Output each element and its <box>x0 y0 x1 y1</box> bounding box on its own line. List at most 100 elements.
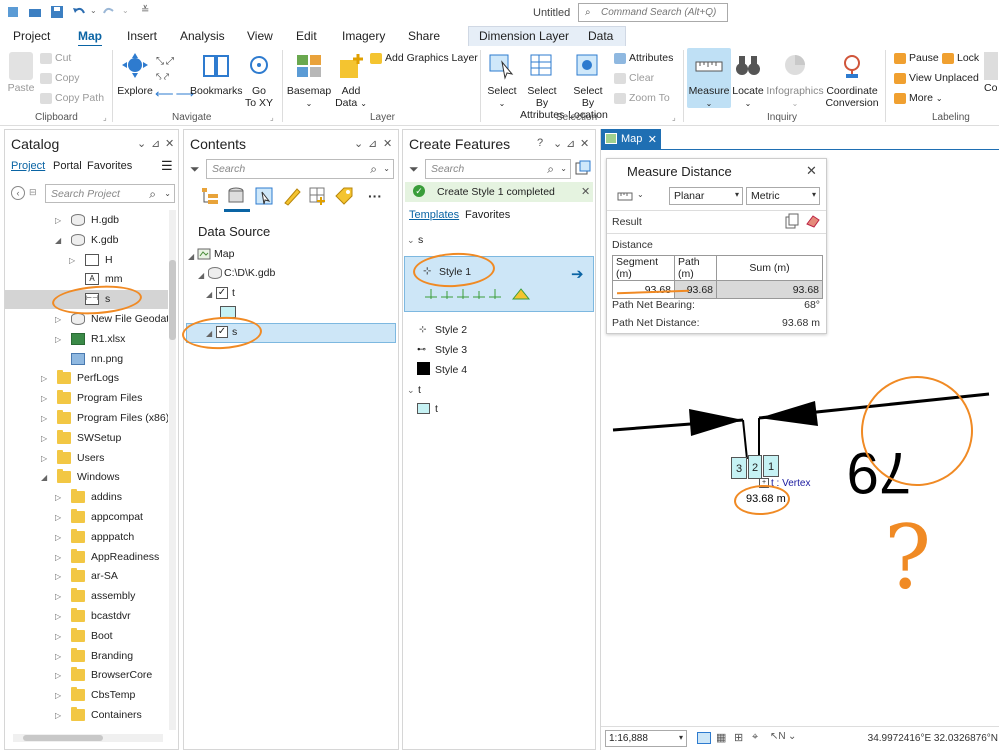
catalog-scroll-thumb[interactable] <box>169 260 176 340</box>
template-style-2[interactable]: Style 2 <box>435 324 467 336</box>
catalog-item[interactable]: CbsTemp <box>91 689 135 701</box>
catalog-item[interactable]: Boot <box>91 630 113 642</box>
correction-icon[interactable]: ⌖ <box>752 731 758 744</box>
convert-labels-button[interactable]: Co <box>984 52 999 94</box>
tab-portal[interactable]: Portal <box>53 160 82 172</box>
list-by-data-source-icon[interactable] <box>226 186 246 206</box>
more-labeling-button[interactable]: More ⌄ <box>894 92 943 104</box>
open-folder-icon[interactable] <box>28 5 42 19</box>
expand-icon[interactable]: ▷ <box>55 493 61 502</box>
expand-icon[interactable]: ▷ <box>55 572 61 581</box>
select-button[interactable]: Select ⌄ <box>484 52 520 110</box>
scale-select[interactable]: 1:16,888 ▾ <box>605 730 687 747</box>
collapse-icon[interactable]: ◢ <box>55 236 61 245</box>
collapse-icon[interactable]: ◢ <box>198 271 204 280</box>
command-search-input[interactable]: ⌕ Command Search (Alt+Q) <box>578 3 728 22</box>
expand-icon[interactable]: ▷ <box>41 394 47 403</box>
pane-options-icon[interactable]: ⌄ <box>137 137 146 150</box>
collapse-icon[interactable]: ⌄ <box>407 235 415 246</box>
close-icon[interactable]: ✕ <box>383 137 392 150</box>
expand-icon[interactable]: ▷ <box>69 256 75 265</box>
add-graphics-layer-button[interactable]: Add Graphics Layer <box>370 52 478 64</box>
zoom-to-button[interactable]: Zoom To <box>614 92 670 104</box>
catalog-item[interactable]: assembly <box>91 590 135 602</box>
measure-button[interactable]: Measure ⌄ <box>687 48 731 108</box>
collapse-icon[interactable]: ⌄ <box>407 385 415 396</box>
catalog-item[interactable]: mm <box>105 273 123 285</box>
save-icon[interactable] <box>50 5 64 19</box>
constraints-icon[interactable]: ⊞ <box>734 731 743 744</box>
catalog-item[interactable]: ar-SA <box>91 570 118 582</box>
expand-icon[interactable]: ▷ <box>55 533 61 542</box>
vertex-label-2[interactable]: 2 <box>748 455 762 479</box>
catalog-item[interactable]: Program Files (x86) <box>77 412 168 424</box>
catalog-item[interactable]: addins <box>91 491 122 503</box>
go-to-xy-button[interactable]: Go To XY <box>244 52 274 109</box>
catalog-item[interactable]: appcompat <box>91 511 143 523</box>
expand-icon[interactable]: ▷ <box>55 671 61 680</box>
catalog-item[interactable]: apppatch <box>91 531 134 543</box>
close-icon[interactable]: ✕ <box>580 137 589 150</box>
contents-search-input[interactable]: Search ⌕ ⌄ <box>206 159 394 179</box>
catalog-item[interactable]: BrowserCore <box>91 669 152 681</box>
catalog-search-scope-icon[interactable]: ⊟ <box>29 187 37 198</box>
template-style-3[interactable]: Style 3 <box>435 344 467 356</box>
pane-options-icon[interactable]: ⌄ <box>354 137 363 150</box>
catalog-item[interactable]: Program Files <box>77 392 142 404</box>
tab-insert[interactable]: Insert <box>127 29 157 43</box>
catalog-item[interactable]: bcastdvr <box>91 610 131 622</box>
expand-icon[interactable]: ▷ <box>55 216 61 225</box>
close-icon[interactable]: ✕ <box>165 137 174 150</box>
templates-search-input[interactable]: Search ⌕ ⌄ <box>425 159 571 179</box>
customize-toolbar-icon[interactable]: ≚ <box>141 5 149 16</box>
expand-icon[interactable]: ▷ <box>55 632 61 641</box>
pin-icon[interactable]: ⊿ <box>151 137 160 150</box>
catalog-item[interactable]: nn.png <box>91 353 123 365</box>
expand-icon[interactable]: ▷ <box>55 335 61 344</box>
catalog-item[interactable]: PerfLogs <box>77 372 119 384</box>
contents-layer-t[interactable]: t <box>232 287 235 299</box>
tab-imagery[interactable]: Imagery <box>342 29 385 43</box>
contents-map[interactable]: Map <box>214 248 234 260</box>
view-unplaced-button[interactable]: View Unplaced <box>894 72 979 84</box>
expand-icon[interactable]: ▷ <box>41 454 47 463</box>
catalog-item[interactable]: Users <box>77 452 104 464</box>
expand-icon[interactable]: ▷ <box>55 513 61 522</box>
expand-icon[interactable]: ▷ <box>55 691 61 700</box>
rotation-dropdown-icon[interactable]: ⌄ <box>788 731 796 742</box>
coordinate-conversion-button[interactable]: Coordinate Conversion <box>824 52 880 109</box>
catalog-item[interactable]: K.gdb <box>91 234 118 246</box>
explore-button[interactable]: Explore <box>116 52 154 97</box>
catalog-hscroll-thumb[interactable] <box>23 735 103 741</box>
contents-gdb[interactable]: C:\D\K.gdb <box>224 267 275 279</box>
template-style-4[interactable]: Style 4 <box>435 364 467 376</box>
tab-data[interactable]: Data <box>588 29 613 43</box>
template-t[interactable]: t <box>435 403 438 415</box>
lock-labels-button[interactable]: Lock <box>942 52 979 64</box>
more-options-icon[interactable]: ··· <box>368 188 382 204</box>
expand-icon[interactable]: ▷ <box>55 315 61 324</box>
selection-launcher-icon[interactable]: ⌟ <box>672 113 676 122</box>
tab-project[interactable]: Project <box>13 29 50 43</box>
catalog-item[interactable]: H.gdb <box>91 214 119 226</box>
tab-dimension-layer[interactable]: Dimension Layer <box>479 29 569 43</box>
basemap-button[interactable]: Basemap ⌄ <box>286 52 332 110</box>
pause-labeling-button[interactable]: Pause <box>894 52 939 64</box>
expand-icon[interactable]: ▷ <box>41 434 47 443</box>
list-by-selection-icon[interactable] <box>254 186 274 206</box>
catalog-item[interactable]: R1.xlsx <box>91 333 125 345</box>
expand-icon[interactable]: ▷ <box>55 711 61 720</box>
cut-button[interactable]: Cut <box>40 52 71 64</box>
fixed-zoom-icon[interactable]: ⤣⤤ <box>156 72 186 86</box>
expand-icon[interactable]: ▷ <box>55 612 61 621</box>
clear-button[interactable]: Clear <box>614 72 654 84</box>
catalog-item[interactable]: Branding <box>91 650 133 662</box>
select-by-location-button[interactable]: Select By Location <box>566 52 610 121</box>
copy-path-button[interactable]: Copy Path <box>40 92 104 104</box>
dismiss-icon[interactable]: ✕ <box>581 185 590 198</box>
zoom-extent-icon[interactable]: ⤡⤢ <box>156 56 186 70</box>
collapse-icon[interactable]: ◢ <box>41 473 47 482</box>
tab-map[interactable]: Map <box>78 29 102 47</box>
tab-project-catalog[interactable]: Project <box>11 160 45 172</box>
expand-icon[interactable]: ▷ <box>55 553 61 562</box>
